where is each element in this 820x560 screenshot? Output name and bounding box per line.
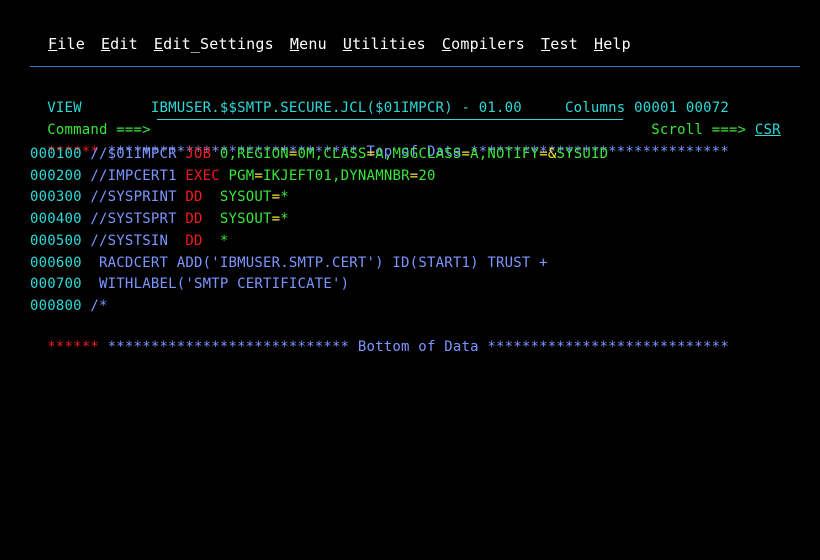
command-input[interactable] xyxy=(157,101,623,120)
jcl-token: 0M,CLASS xyxy=(297,146,367,162)
jcl-token: //IMPCERT1 xyxy=(90,167,186,184)
jcl-token: //SYSPRINT xyxy=(90,189,186,206)
jcl-token: SYSOUT xyxy=(202,211,272,228)
menu-label: ompilers xyxy=(451,35,526,53)
jcl-token: //SYSTSIN xyxy=(90,232,186,249)
menu-label: est xyxy=(550,35,578,53)
jcl-token: IKJEFT01,DYNAMNBR xyxy=(263,167,410,184)
jcl-token: = xyxy=(288,146,298,162)
command-line: Command ===> xyxy=(30,100,151,138)
jcl-token: /* xyxy=(90,297,108,314)
line-number[interactable]: 000100 xyxy=(30,146,82,162)
line-number[interactable]: 000400 xyxy=(30,211,82,227)
jcl-token: * xyxy=(202,232,229,249)
jcl-token: //SYSTSPRT xyxy=(90,211,186,228)
menu-item-file[interactable]: File xyxy=(48,35,85,53)
jcl-token: = xyxy=(271,189,281,206)
scroll-amount-input[interactable]: CSR xyxy=(755,122,781,138)
line-number[interactable]: 000300 xyxy=(30,189,82,205)
source-line[interactable]: 000700 WITHLABEL('SMTP CERTIFICATE') xyxy=(30,274,349,294)
menu-mnemonic: U xyxy=(342,35,353,53)
menu-mnemonic: F xyxy=(48,35,58,53)
jcl-token: * xyxy=(280,189,289,206)
jcl-token: DD xyxy=(185,189,203,206)
jcl-token: = xyxy=(254,167,264,184)
menu-label: elp xyxy=(603,35,631,53)
jcl-token: A,NOTIFY xyxy=(470,146,540,162)
line-number[interactable]: 000800 xyxy=(30,298,82,314)
line-number[interactable]: 000200 xyxy=(30,168,82,184)
source-line[interactable]: 000500 //SYSTSIN DD * xyxy=(30,231,229,251)
scroll-area: Scroll ===> CSR xyxy=(634,100,781,138)
menu-item-utilities[interactable]: Utilities xyxy=(343,35,426,53)
marker-prefix: ****** xyxy=(47,339,100,355)
jcl-token: JOB xyxy=(185,146,212,162)
menu-item-edit[interactable]: Edit xyxy=(101,35,138,53)
menu-label: tilities xyxy=(352,35,426,53)
top-of-data-marker: ****** ***************************** Top… xyxy=(30,122,729,160)
jcl-token: = xyxy=(461,146,471,162)
menu-label: ile xyxy=(57,35,85,53)
menu-label: dit xyxy=(110,35,138,53)
jcl-token: * xyxy=(280,211,289,228)
menu-mnemonic: C xyxy=(441,35,452,53)
menu-item-test[interactable]: Test xyxy=(541,35,578,53)
menu-item-compilers[interactable]: Compilers xyxy=(442,35,525,53)
jcl-token: = xyxy=(366,146,376,162)
jcl-token: = xyxy=(271,211,281,228)
jcl-token: SYSOUT xyxy=(202,189,272,206)
menu-item-menu[interactable]: Menu xyxy=(290,35,327,53)
jcl-token: A,MSGCLASS xyxy=(375,146,462,162)
jcl-token: EXEC xyxy=(185,167,220,184)
jcl-token: =& xyxy=(539,146,557,162)
menu-label: enu xyxy=(299,35,327,53)
menu-divider xyxy=(30,66,800,67)
line-number[interactable]: 000600 xyxy=(30,255,82,271)
menu-label: dit_Settings xyxy=(163,35,274,53)
bottom-of-data-text: **************************** Bottom of D… xyxy=(99,339,729,355)
jcl-token: DD xyxy=(185,232,203,249)
menu-mnemonic: T xyxy=(541,35,551,53)
jcl-token: //$01IMPCR xyxy=(90,146,186,162)
title-line: VIEW IBMUSER.$$SMTP.SECURE.JCL($01IMPCR)… xyxy=(30,78,729,116)
source-line[interactable]: 000800 /* xyxy=(30,296,108,316)
source-line[interactable]: 000400 //SYSTSPRT DD SYSOUT=* xyxy=(30,209,289,229)
menu-mnemonic: M xyxy=(289,35,300,53)
menu-bar: File Edit Edit_Settings Menu Utilities Compil… xyxy=(48,35,647,53)
source-line[interactable]: 000200 //IMPCERT1 EXEC PGM=IKJEFT01,DYNA… xyxy=(30,166,436,186)
jcl-token: WITHLABEL('SMTP CERTIFICATE') xyxy=(90,276,350,293)
source-line[interactable]: 000600 RACDCERT ADD('IBMUSER.SMTP.CERT')… xyxy=(30,253,548,273)
menu-item-help[interactable]: Help xyxy=(594,35,631,53)
source-line[interactable]: 000100 //$01IMPCR JOB 0,REGION=0M,CLASS=… xyxy=(30,144,608,164)
menu-mnemonic: H xyxy=(593,35,604,53)
menu-mnemonic: E xyxy=(100,35,111,53)
line-number[interactable]: 000500 xyxy=(30,233,82,249)
jcl-token: RACDCERT ADD('IBMUSER.SMTP.CERT') ID(STA… xyxy=(90,254,548,271)
jcl-token: 20 xyxy=(418,167,436,184)
line-number[interactable]: 000700 xyxy=(30,276,82,292)
bottom-of-data-marker: ****** **************************** Bott… xyxy=(30,317,729,355)
jcl-token: SYSUID xyxy=(556,146,609,162)
menu-mnemonic: E xyxy=(153,35,164,53)
menu-item-edit-settings[interactable]: Edit_Settings xyxy=(154,35,274,53)
jcl-token: DD xyxy=(185,211,203,228)
jcl-token: 0,REGION xyxy=(211,146,289,162)
jcl-token: PGM xyxy=(219,167,255,184)
source-line[interactable]: 000300 //SYSPRINT DD SYSOUT=* xyxy=(30,187,289,207)
